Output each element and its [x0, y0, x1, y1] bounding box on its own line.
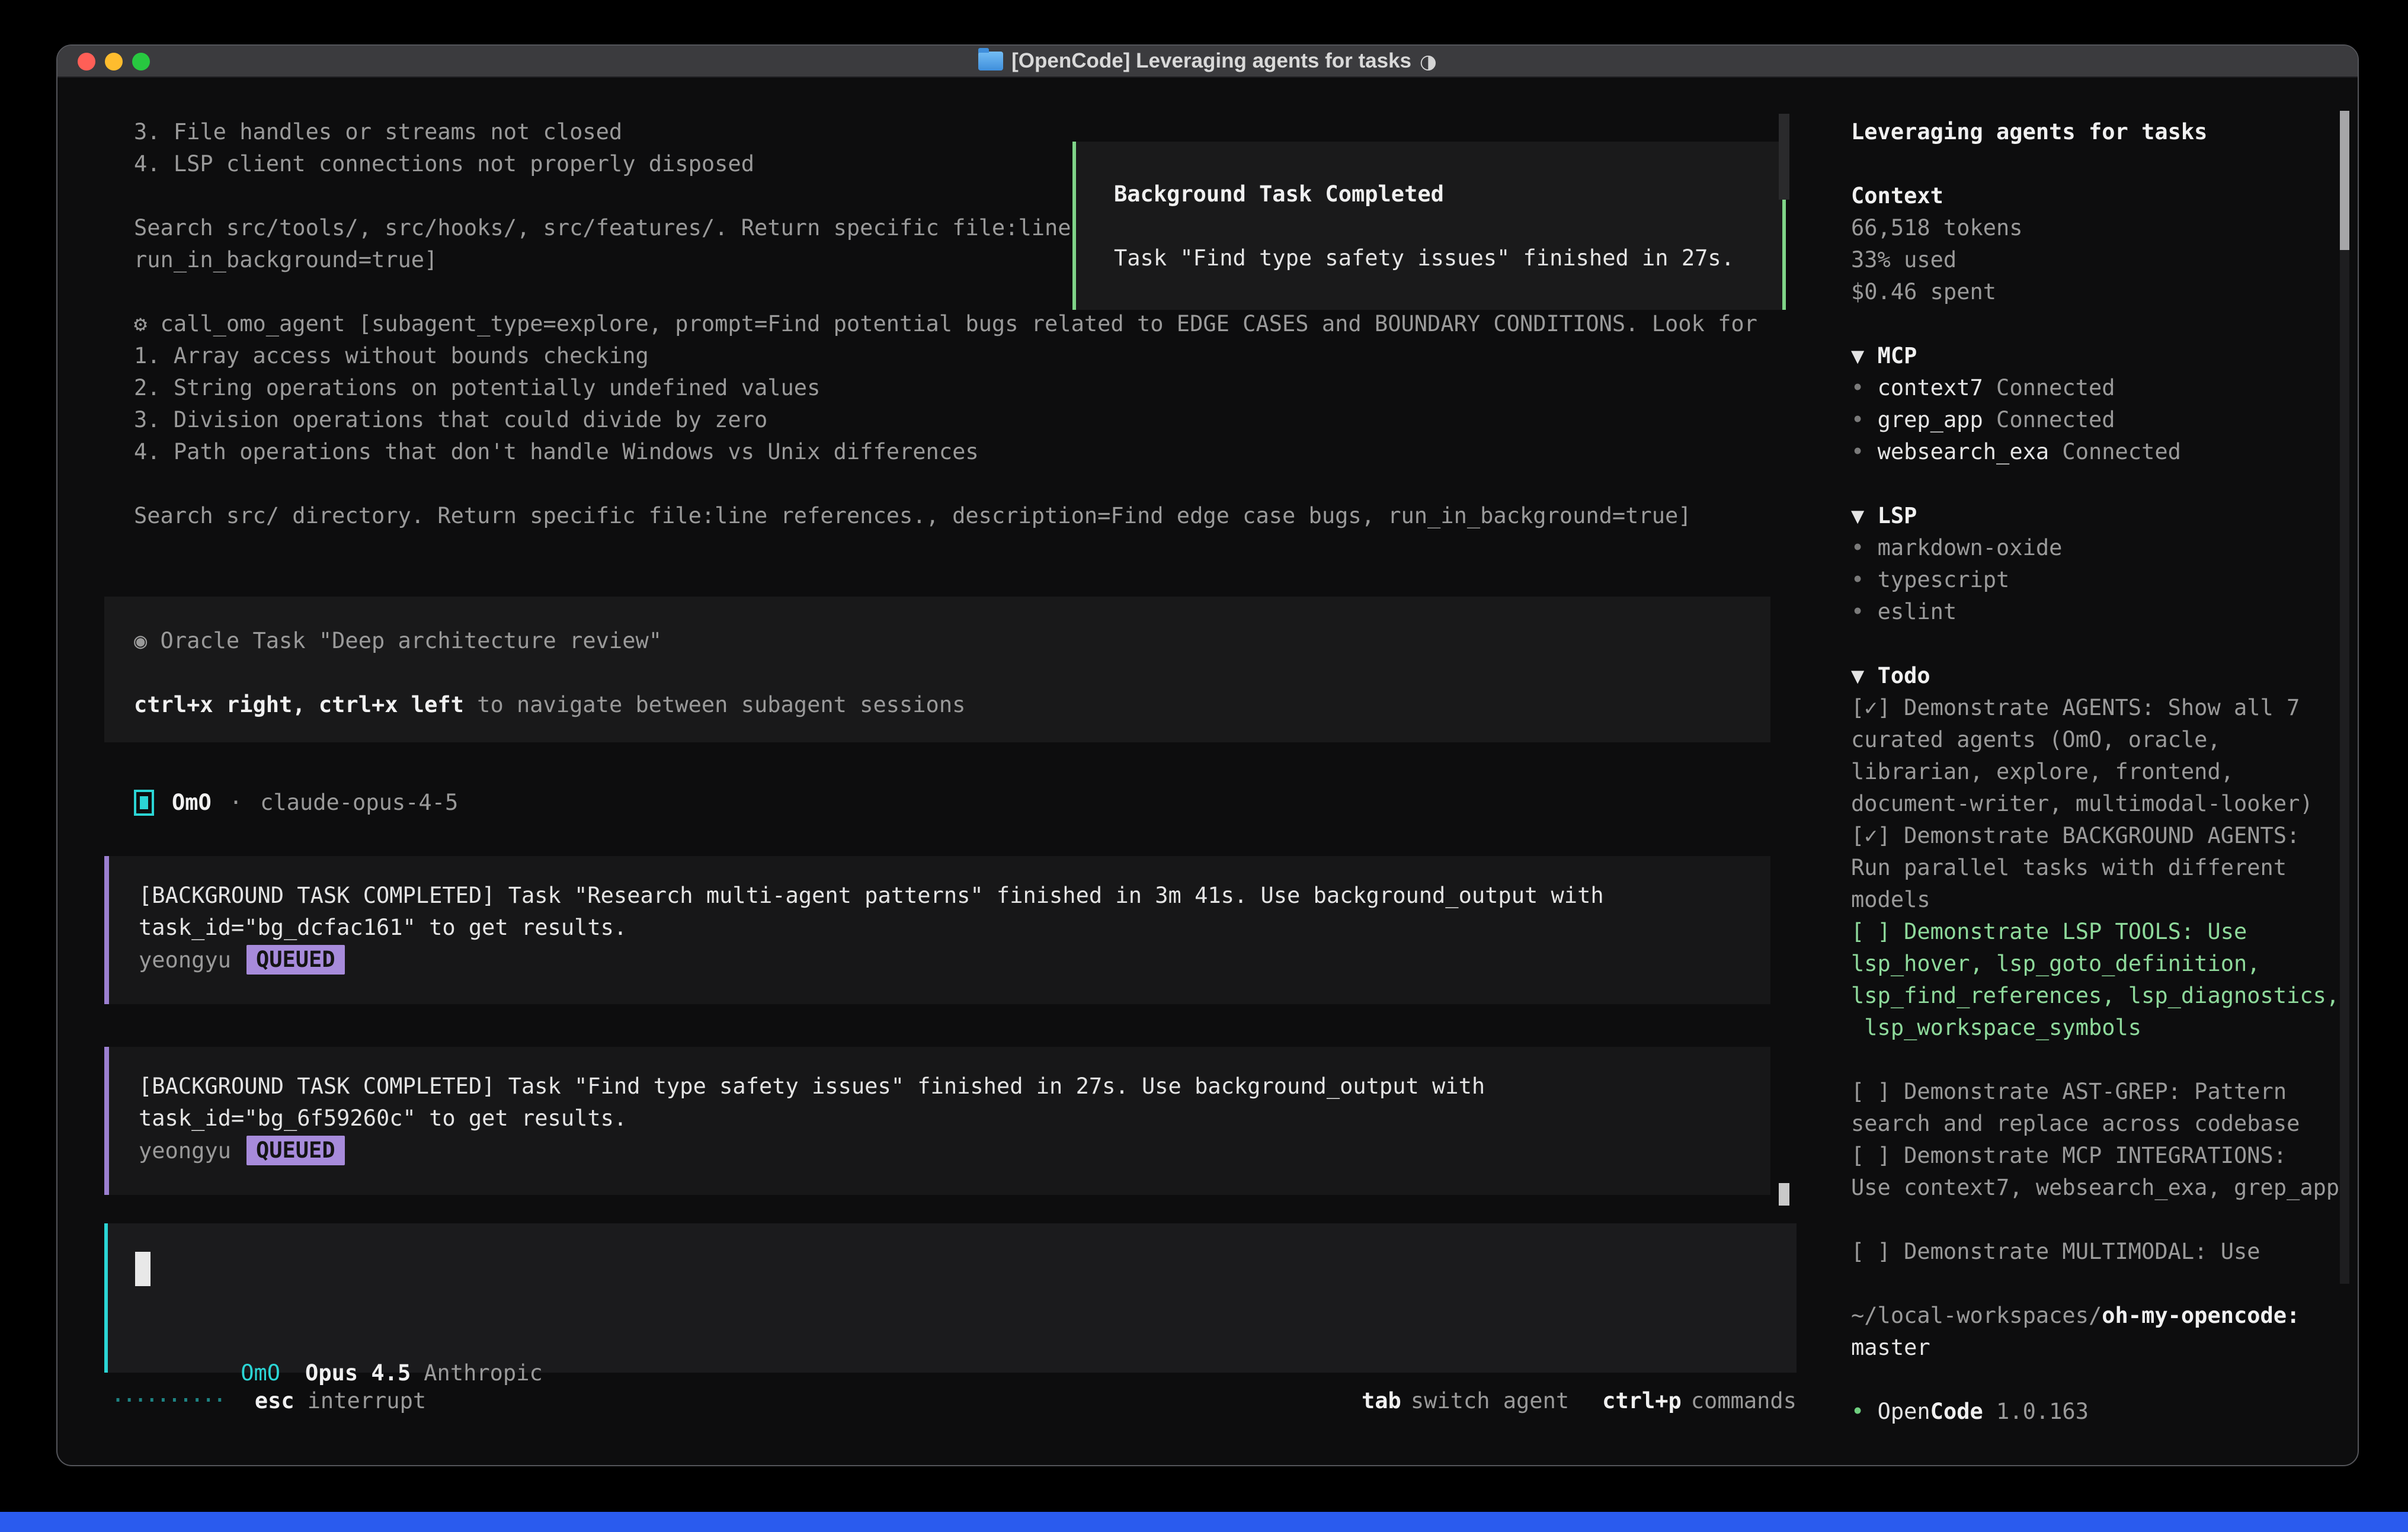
terminal-line: $0.46 spent [1851, 276, 2348, 308]
terminal-line: Run parallel tasks with different [1851, 852, 2348, 884]
message-author: yeongyu [139, 947, 231, 973]
desktop: [OpenCode] Leveraging agents for tasks ◑… [0, 0, 2408, 1532]
esc-key-hint: esc [255, 1388, 294, 1414]
terminal-line: models [1851, 884, 2348, 916]
terminal-line: ▼ LSP [1851, 500, 2348, 532]
terminal-line: • context7 Connected [1851, 372, 2348, 404]
sidebar: Leveraging agents for tasks Context66,51… [1851, 116, 2348, 1428]
terminal-line: [✓] Demonstrate BACKGROUND AGENTS: [1851, 820, 2348, 852]
input-status-line: OmOOpus 4.5Anthropic [135, 1325, 543, 1357]
background-task-message: [BACKGROUND TASK COMPLETED] Task "Find t… [104, 1047, 1770, 1195]
terminal-line: [ ] Demonstrate MULTIMODAL: Use [1851, 1236, 2348, 1268]
terminal-line: • grep_app Connected [1851, 404, 2348, 436]
message-meta: yeongyu QUEUED [139, 1134, 1770, 1166]
terminal-line: lsp_workspace_symbols [1851, 1012, 2348, 1044]
terminal-line: ▼ Todo [1851, 660, 2348, 692]
message-meta: yeongyu QUEUED [139, 944, 1770, 976]
scrollbar-thumb-top[interactable] [1779, 114, 1789, 200]
terminal-line: • eslint [1851, 596, 2348, 628]
terminal-line: Leveraging agents for tasks [1851, 116, 2348, 148]
terminal-line: search and replace across codebase [1851, 1108, 2348, 1140]
terminal-line: librarian, explore, frontend, [1851, 756, 2348, 788]
terminal-line [1851, 1044, 2348, 1076]
terminal-line: Context [1851, 180, 2348, 212]
terminal-line [1851, 628, 2348, 660]
terminal-line: [ ] Demonstrate LSP TOOLS: Use [1851, 916, 2348, 948]
terminal-line: master [1851, 1332, 2348, 1364]
message-line1: [BACKGROUND TASK COMPLETED] Task "Find t… [139, 1071, 1770, 1102]
background-task-message: [BACKGROUND TASK COMPLETED] Task "Resear… [104, 856, 1770, 1004]
terminal-line: [✓] Demonstrate AGENTS: Show all 7 [1851, 692, 2348, 724]
terminal-line: • typescript [1851, 564, 2348, 596]
desktop-wallpaper-strip [0, 1512, 2408, 1532]
terminal-line: • markdown-oxide [1851, 532, 2348, 564]
queued-badge: QUEUED [246, 945, 345, 975]
main-scrollbar[interactable] [1779, 114, 1789, 1393]
esc-key-label: interrupt [308, 1388, 426, 1414]
queued-badge: QUEUED [246, 1136, 345, 1165]
sidebar-scrollbar[interactable] [2340, 111, 2349, 1284]
terminal-line: [ ] Demonstrate MCP INTEGRATIONS: [1851, 1140, 2348, 1172]
terminal-line: lsp_find_references, lsp_diagnostics, [1851, 980, 2348, 1012]
ctrlp-key-hint: ctrl+p [1602, 1388, 1682, 1414]
terminal-line: curated agents (OmO, oracle, [1851, 724, 2348, 756]
text-cursor [135, 1252, 150, 1286]
terminal-line: • websearch_exa Connected [1851, 436, 2348, 468]
terminal-line: ▼ MCP [1851, 340, 2348, 372]
message-line1: [BACKGROUND TASK COMPLETED] Task "Resear… [139, 880, 1770, 912]
model-label: Opus 4.5 [305, 1360, 411, 1386]
status-bar-right: tab switch agent ctrl+p commands [1362, 1388, 1797, 1414]
sidebar-scrollbar-thumb[interactable] [2340, 111, 2349, 250]
status-bar-left: ·········· esc interrupt [111, 1387, 426, 1414]
tab-key-label: switch agent [1411, 1388, 1569, 1414]
status-bar: ·········· esc interrupt tab switch agen… [111, 1384, 1797, 1416]
message-line2: task_id="bg_dcfac161" to get results. [139, 912, 1770, 944]
terminal-line: ~/local-workspaces/oh-my-opencode: [1851, 1300, 2348, 1332]
queue-dots: ·········· [111, 1387, 224, 1414]
provider-label: Anthropic [424, 1360, 542, 1386]
tab-key-hint: tab [1362, 1388, 1401, 1414]
terminal-line [1851, 308, 2348, 340]
active-agent-label: OmO [241, 1360, 280, 1386]
terminal-line: • OpenCode 1.0.163 [1851, 1396, 2348, 1428]
message-author: yeongyu [139, 1138, 231, 1164]
message-line2: task_id="bg_6f59260c" to get results. [139, 1102, 1770, 1134]
terminal-line [1851, 468, 2348, 500]
terminal-line: lsp_hover, lsp_goto_definition, [1851, 948, 2348, 980]
terminal-line: 66,518 tokens [1851, 212, 2348, 244]
terminal-line: 33% used [1851, 244, 2348, 276]
terminal-line: [ ] Demonstrate AST-GREP: Pattern [1851, 1076, 2348, 1108]
terminal-line [1851, 1364, 2348, 1396]
scrollbar-thumb-bottom[interactable] [1779, 1183, 1789, 1206]
terminal-line [1851, 148, 2348, 180]
opencode-window: [OpenCode] Leveraging agents for tasks ◑… [56, 44, 2359, 1466]
terminal-line [1851, 1268, 2348, 1300]
terminal-line: Use context7, websearch_exa, grep_app [1851, 1172, 2348, 1204]
terminal-line [1851, 1204, 2348, 1236]
terminal-line: document-writer, multimodal-looker) [1851, 788, 2348, 820]
prompt-input[interactable]: OmOOpus 4.5Anthropic [104, 1223, 1797, 1373]
